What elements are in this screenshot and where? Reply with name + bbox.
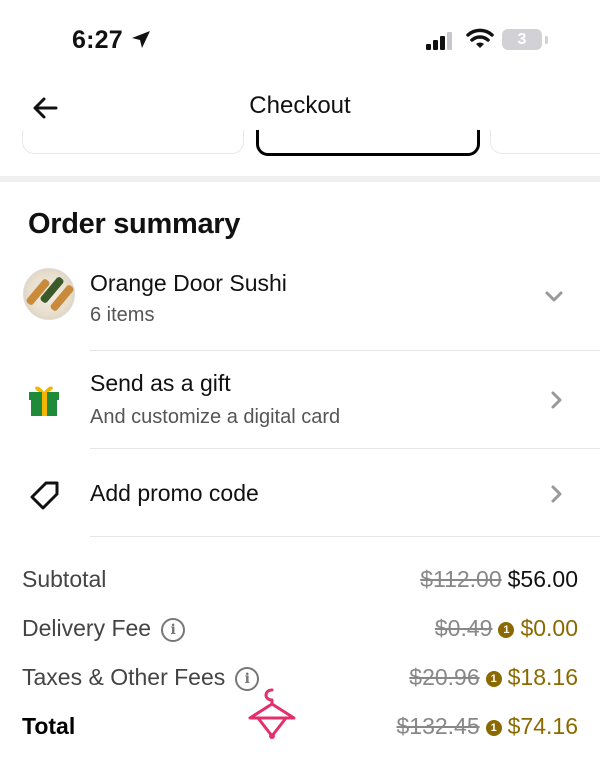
total-values: $132.45 1 $74.16 — [397, 713, 579, 740]
taxes-values: $20.96 1 $18.16 — [409, 664, 578, 691]
total-label: Total — [22, 713, 76, 739]
taxes-original: $20.96 — [409, 664, 480, 690]
taxes-discounted: $18.16 — [507, 664, 578, 690]
delivery-fee-text: Delivery Fee — [22, 615, 152, 641]
chevron-down-icon[interactable] — [544, 290, 564, 304]
subtotal-row: Subtotal $112.00 $56.00 — [0, 566, 600, 602]
row-separator — [90, 536, 600, 537]
battery-level: 3 — [517, 31, 527, 48]
promo-code-row[interactable]: Add promo code — [0, 450, 600, 538]
delivery-option-card[interactable] — [22, 130, 244, 154]
uber-one-icon: 1 — [498, 621, 515, 638]
chevron-right-icon[interactable] — [550, 390, 564, 410]
order-summary-heading: Order summary — [28, 208, 241, 240]
delivery-fee-values: $0.49 1 $0.00 — [435, 615, 578, 642]
delivery-fee-row: Delivery Fee i $0.49 1 $0.00 — [0, 615, 600, 651]
chevron-right-icon[interactable] — [550, 484, 564, 504]
total-row: Total $132.45 1 $74.16 — [0, 713, 600, 749]
restaurant-row[interactable]: Orange Door Sushi 6 items — [0, 268, 600, 352]
gift-subtitle: And customize a digital card — [90, 406, 341, 428]
restaurant-item-count: 6 items — [90, 304, 155, 326]
total-discounted: $74.16 — [507, 713, 578, 739]
uber-one-icon: 1 — [485, 670, 502, 687]
tag-icon — [30, 481, 59, 510]
subtotal-label: Subtotal — [22, 566, 107, 592]
battery-nub — [545, 36, 548, 44]
battery-icon: 3 — [502, 29, 542, 50]
subtotal-values: $112.00 $56.00 — [420, 566, 578, 593]
location-arrow-icon — [132, 31, 150, 48]
subtotal-discounted: $56.00 — [507, 566, 578, 592]
status-bar: 6:27 3 — [0, 0, 600, 80]
delivery-fee-original: $0.49 — [434, 615, 493, 641]
hanger-icon[interactable] — [244, 686, 300, 742]
cellular-signal-icon — [426, 32, 452, 50]
promo-title: Add promo code — [90, 480, 259, 506]
taxes-text: Taxes & Other Fees — [22, 664, 226, 690]
delivery-options-strip — [0, 130, 600, 158]
wifi-icon — [466, 28, 494, 48]
info-icon[interactable]: i — [161, 617, 186, 642]
gift-icon — [29, 386, 59, 416]
send-as-gift-row[interactable]: Send as a gift And customize a digital c… — [0, 352, 600, 450]
delivery-option-card[interactable] — [490, 130, 600, 154]
section-divider — [0, 176, 600, 182]
restaurant-avatar — [23, 268, 75, 320]
taxes-label: Taxes & Other Fees i — [22, 664, 260, 691]
gift-title: Send as a gift — [90, 370, 231, 396]
row-separator — [90, 448, 600, 449]
nav-header: Checkout — [0, 80, 600, 134]
subtotal-original: $112.00 — [420, 566, 502, 592]
row-separator — [90, 350, 600, 351]
delivery-option-card-selected[interactable] — [256, 130, 480, 156]
uber-one-icon: 1 — [485, 719, 502, 736]
delivery-fee-label: Delivery Fee i — [22, 615, 186, 642]
total-original: $132.45 — [396, 713, 480, 739]
page-title: Checkout — [249, 92, 351, 119]
restaurant-name: Orange Door Sushi — [90, 270, 287, 296]
taxes-row: Taxes & Other Fees i $20.96 1 $18.16 — [0, 664, 600, 700]
delivery-fee-discounted: $0.00 — [520, 615, 578, 641]
status-time: 6:27 — [72, 26, 123, 54]
